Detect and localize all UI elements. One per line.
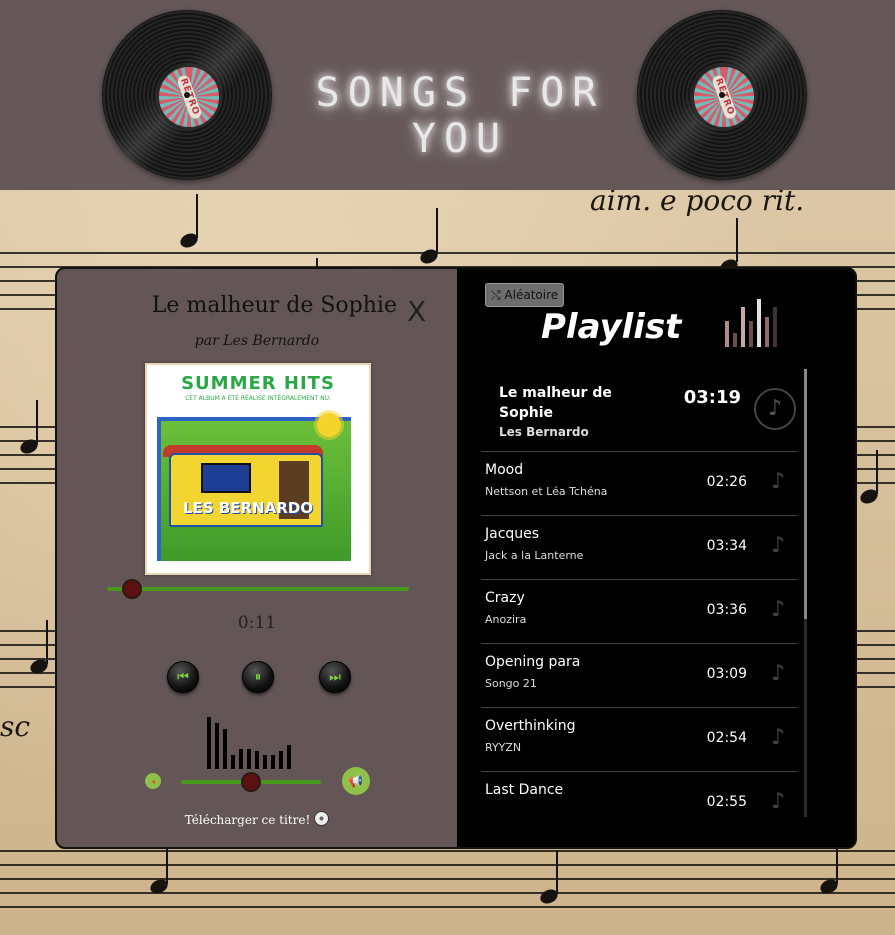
track-name: Mood <box>485 462 524 478</box>
download-label[interactable]: Télécharger ce titre! <box>185 813 311 827</box>
track-row-active[interactable]: Le malheur de Sophie Les Bernardo 03:19 ♪ <box>481 367 797 452</box>
volume-slider[interactable] <box>181 772 321 792</box>
track-duration: 03:09 <box>706 666 747 682</box>
track-duration: 02:54 <box>706 730 747 746</box>
track-name: Le malheur de Sophie <box>499 385 612 421</box>
skip-next-icon: ⏭ <box>329 669 341 685</box>
track-duration: 03:34 <box>706 538 747 554</box>
track-name: Opening para <box>485 654 581 670</box>
track-name: Crazy <box>485 590 525 606</box>
shuffle-button[interactable]: ⤭ Aléatoire <box>485 283 565 307</box>
track-list: Le malheur de Sophie Les Bernardo 03:19 ♪ Mo… <box>481 367 797 815</box>
volume-knob[interactable] <box>240 772 261 792</box>
progress-bar[interactable] <box>107 579 409 599</box>
track-row[interactable]: Overthinking RYYZN 02:54 ♪ <box>481 708 797 772</box>
music-note-icon[interactable]: ♪ <box>765 533 791 559</box>
equalizer-icon <box>725 297 787 347</box>
track-artist: Les Bernardo <box>499 425 589 439</box>
music-note-icon[interactable]: ♪ <box>765 725 791 751</box>
playlist-title: Playlist <box>541 307 682 347</box>
track-artist: Jack a la Lanterne <box>485 549 584 562</box>
music-note-icon[interactable]: ♪ <box>765 661 791 687</box>
music-script-text: sc <box>0 710 31 743</box>
scrollbar-thumb[interactable] <box>804 369 807 619</box>
pause-icon: ⏸ <box>254 669 262 685</box>
now-playing-title: Le malheur de Sophie <box>151 293 397 318</box>
cover-heading: SUMMER HITS <box>181 373 335 394</box>
now-playing-artist: par Les Bernardo <box>194 333 320 349</box>
track-duration: 02:26 <box>706 474 747 490</box>
cover-subheading: CET ALBUM A ÉTÉ RÉALISÉ INTÉGRALEMENT NU… <box>185 395 331 402</box>
next-button[interactable]: ⏭ <box>319 661 351 693</box>
track-row[interactable]: Jacques Jack a la Lanterne 03:34 ♪ <box>481 516 797 580</box>
close-icon[interactable]: X <box>407 295 426 328</box>
volume-up-icon[interactable]: 📢 <box>342 767 370 795</box>
page-title: SONGS FOR YOU <box>315 70 605 162</box>
music-script-text: aim. e poco rit. <box>590 190 805 217</box>
track-row[interactable]: Crazy Anozira 03:36 ♪ <box>481 580 797 644</box>
track-artist: Songo 21 <box>485 677 537 690</box>
music-note-icon[interactable]: ♪ <box>754 388 796 430</box>
music-note-icon[interactable]: ♪ <box>765 789 791 815</box>
music-note-icon[interactable]: ♪ <box>765 597 791 623</box>
previous-button[interactable]: ⏮ <box>167 661 199 693</box>
header: RETRO SONGS FOR YOU RETRO <box>0 0 895 190</box>
track-duration: 03:19 <box>683 387 741 408</box>
track-name: Last Dance <box>485 782 564 798</box>
track-artist: Anozira <box>485 613 527 626</box>
disc-icon[interactable] <box>314 811 330 826</box>
equalizer-icon <box>207 715 303 769</box>
cover-band-name: LES BERNARDO <box>183 499 313 517</box>
vinyl-record-icon: RETRO <box>102 10 272 180</box>
track-row[interactable]: Opening para Songo 21 03:09 ♪ <box>481 644 797 708</box>
track-name: Overthinking <box>485 718 576 734</box>
track-artist: RYYZN <box>485 741 522 754</box>
now-playing-panel: Le malheur de Sophie X par Les Bernardo … <box>57 269 457 847</box>
download-row[interactable]: Télécharger ce titre! <box>57 811 457 827</box>
track-duration: 02:55 <box>706 794 747 810</box>
pause-button[interactable]: ⏸ <box>242 661 274 693</box>
track-artist: Nettson et Léa Tchéna <box>485 485 608 498</box>
volume-down-icon[interactable]: ◂ <box>145 773 161 789</box>
progress-knob[interactable] <box>122 579 143 599</box>
album-cover: SUMMER HITS CET ALBUM A ÉTÉ RÉALISÉ INTÉ… <box>145 363 371 575</box>
vinyl-record-icon: RETRO <box>637 10 807 180</box>
track-row[interactable]: Mood Nettson et Léa Tchéna 02:26 ♪ <box>481 452 797 516</box>
playlist-scrollbar[interactable] <box>804 369 807 817</box>
elapsed-time: 0:11 <box>237 613 277 633</box>
track-duration: 03:36 <box>706 602 747 618</box>
skip-previous-icon: ⏮ <box>177 669 189 685</box>
music-note-icon[interactable]: ♪ <box>765 469 791 495</box>
music-player: Le malheur de Sophie X par Les Bernardo … <box>55 267 857 849</box>
track-row[interactable]: Last Dance 02:55 ♪ <box>481 772 797 815</box>
sun-icon <box>317 413 341 437</box>
track-name: Jacques <box>485 526 540 542</box>
playlist-panel: ⤭ Aléatoire Playlist Le malheur de Sophi… <box>457 269 855 847</box>
music-staff <box>0 850 895 914</box>
